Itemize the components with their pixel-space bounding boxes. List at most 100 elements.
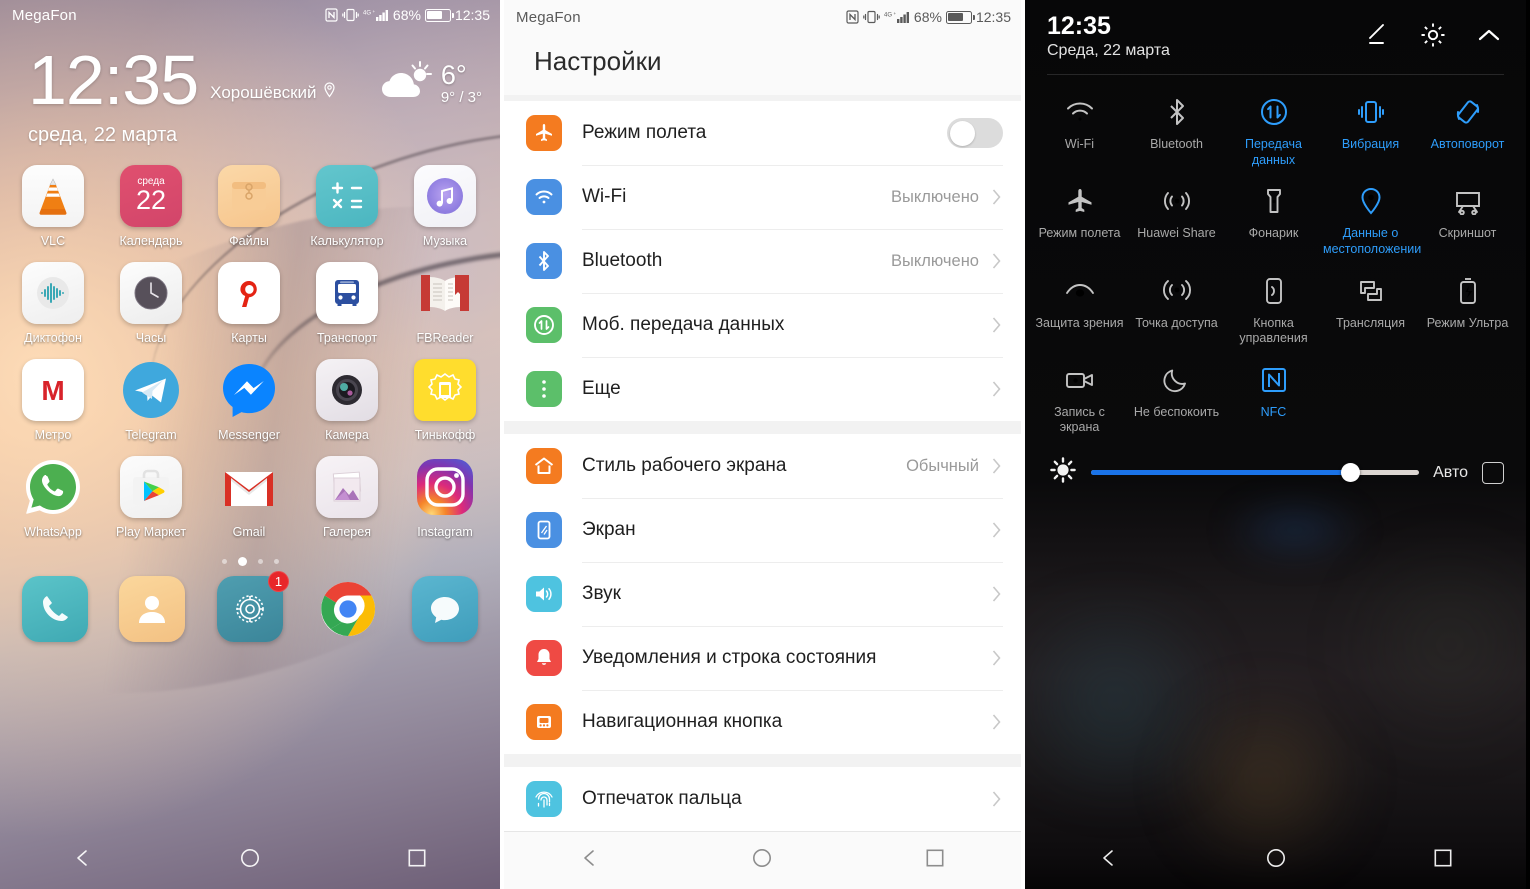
app-tinkoff[interactable]: Тинькофф	[396, 359, 494, 442]
settings-row-display[interactable]: Экран	[504, 498, 1021, 562]
music-icon	[414, 165, 476, 228]
settings-row-wifi[interactable]: Wi-Fi Выключено	[504, 165, 1021, 229]
qs-tile-huawei-share[interactable]: Huawei Share	[1128, 174, 1225, 263]
app-label: Gmail	[232, 525, 266, 540]
vibrate-icon	[863, 10, 880, 24]
app-gallery[interactable]: Галерея	[298, 456, 396, 539]
settings-row-more[interactable]: Еще	[504, 357, 1021, 421]
settings-row-sound[interactable]: Звук	[504, 562, 1021, 626]
app-vlc[interactable]: VLC	[4, 165, 102, 248]
tile-label: Трансляция	[1336, 315, 1405, 330]
home-icon[interactable]	[239, 847, 261, 874]
app-instagram[interactable]: Instagram	[396, 456, 494, 539]
qs-tile-airplane[interactable]: Режим полета	[1031, 174, 1128, 263]
home-icon[interactable]	[1265, 847, 1287, 874]
ultra-power-icon	[1457, 274, 1479, 308]
airplane-toggle[interactable]	[947, 118, 1003, 148]
qs-tile-nfc[interactable]: NFC	[1225, 353, 1322, 442]
calendar-icon: среда 22	[120, 165, 182, 228]
dock-messages[interactable]	[412, 576, 479, 643]
app-label: WhatsApp	[24, 525, 82, 540]
settings-row-notifications[interactable]: Уведомления и строка состояния	[504, 626, 1021, 690]
qs-tile-do-not-disturb[interactable]: Не беспокоить	[1128, 353, 1225, 442]
qs-tile-mobile-data[interactable]: Передача данных	[1225, 85, 1322, 174]
settings-row-nav-button[interactable]: Навигационная кнопка	[504, 690, 1021, 754]
settings-row-fingerprint[interactable]: Отпечаток пальца	[504, 767, 1021, 831]
app-label: Калькулятор	[310, 234, 384, 249]
app-calculator[interactable]: Калькулятор	[298, 165, 396, 248]
page-dot[interactable]	[221, 559, 227, 565]
tile-label: Защита зрения	[1035, 315, 1124, 330]
app-recorder[interactable]: Диктофон	[4, 262, 102, 345]
weather-widget[interactable]: 6° 9° / 3°	[377, 59, 482, 108]
page-dot[interactable]	[257, 559, 263, 565]
dock-chrome[interactable]	[315, 576, 381, 642]
tile-label: Скриншот	[1438, 226, 1497, 241]
app-telegram[interactable]: Telegram	[102, 359, 200, 442]
back-icon[interactable]	[72, 847, 94, 874]
qs-tile-vibrate[interactable]: Вибрация	[1322, 85, 1419, 174]
flashlight-icon	[1262, 184, 1286, 218]
recents-icon[interactable]	[406, 847, 428, 874]
qs-tile-hotspot[interactable]: Точка доступа	[1128, 264, 1225, 353]
back-icon[interactable]	[1098, 847, 1120, 874]
dock-settings[interactable]: 1	[216, 571, 289, 643]
wallpaper-glow	[1335, 540, 1526, 750]
auto-brightness-checkbox[interactable]	[1482, 461, 1504, 484]
huawei-share-icon	[1161, 184, 1193, 218]
vibrate-icon	[342, 8, 359, 22]
settings-row-home-style[interactable]: Стиль рабочего экрана Обычный	[504, 434, 1021, 498]
dock-contacts[interactable]	[119, 576, 186, 643]
collapse-chevron-icon[interactable]	[1474, 20, 1504, 55]
recents-icon[interactable]	[1432, 847, 1454, 874]
telegram-icon	[120, 359, 182, 421]
home-icon[interactable]	[751, 847, 773, 874]
qs-tile-bluetooth[interactable]: Bluetooth	[1128, 85, 1225, 174]
app-fbreader[interactable]: FBReader	[396, 262, 494, 345]
app-label: Тинькофф	[414, 428, 476, 443]
app-metro[interactable]: M Метро	[4, 359, 102, 442]
brightness-icon	[1049, 456, 1077, 489]
qs-tile-screenshot[interactable]: Скриншот	[1419, 174, 1516, 263]
qs-tile-autorotate[interactable]: Автоповорот	[1419, 85, 1516, 174]
recorder-icon	[22, 262, 84, 325]
vlc-icon	[22, 165, 84, 228]
recents-icon[interactable]	[924, 847, 946, 874]
app-whatsapp[interactable]: WhatsApp	[4, 456, 102, 539]
chrome-icon	[315, 576, 381, 642]
app-files[interactable]: Файлы	[200, 165, 298, 248]
edit-pencil-icon[interactable]	[1362, 20, 1392, 55]
qs-tile-location[interactable]: Данные о местоположении	[1322, 174, 1421, 263]
app-calendar[interactable]: среда 22 Календарь	[102, 165, 200, 248]
app-play-store[interactable]: Play Маркет	[102, 456, 200, 539]
qs-tile-screen-record[interactable]: Запись с экрана	[1031, 353, 1128, 442]
app-label: Календарь	[119, 234, 183, 249]
brightness-slider[interactable]	[1091, 463, 1420, 482]
page-dot-active[interactable]	[237, 557, 247, 567]
gear-icon[interactable]	[1418, 20, 1448, 55]
dock-phone[interactable]	[21, 576, 88, 643]
qs-tile-wifi[interactable]: Wi-Fi	[1031, 85, 1128, 174]
qs-tile-ultra-power[interactable]: Режим Ультра	[1419, 264, 1516, 353]
qs-tile-control-button[interactable]: Кнопка управления	[1225, 264, 1322, 353]
back-icon[interactable]	[579, 847, 601, 874]
app-music[interactable]: Музыка	[396, 165, 494, 248]
app-transport[interactable]: Транспорт	[298, 262, 396, 345]
qs-tile-cast[interactable]: Трансляция	[1322, 264, 1419, 353]
settings-row-bluetooth[interactable]: Bluetooth Выключено	[504, 229, 1021, 293]
page-dot[interactable]	[273, 559, 279, 565]
app-camera[interactable]: Камера	[298, 359, 396, 442]
app-yandex-maps[interactable]: Карты	[200, 262, 298, 345]
app-messenger[interactable]: Messenger	[200, 359, 298, 442]
settings-row-airplane[interactable]: Режим полета	[504, 101, 1021, 165]
qs-tile-eye-comfort[interactable]: Защита зрения	[1031, 264, 1128, 353]
location-pin-icon	[1358, 184, 1384, 218]
app-clock[interactable]: Часы	[102, 262, 200, 345]
app-gmail[interactable]: Gmail	[200, 456, 298, 539]
qs-tile-flashlight[interactable]: Фонарик	[1225, 174, 1322, 263]
widget-time: 12:35	[28, 41, 199, 119]
settings-row-mobile-data[interactable]: Моб. передача данных	[504, 293, 1021, 357]
tile-label: Автоповорот	[1430, 137, 1505, 151]
clock-weather-widget[interactable]: 12:35 Хорошёвский 6° 9° / 3° среда, 22 м…	[0, 30, 500, 147]
group-separator	[504, 754, 1021, 767]
